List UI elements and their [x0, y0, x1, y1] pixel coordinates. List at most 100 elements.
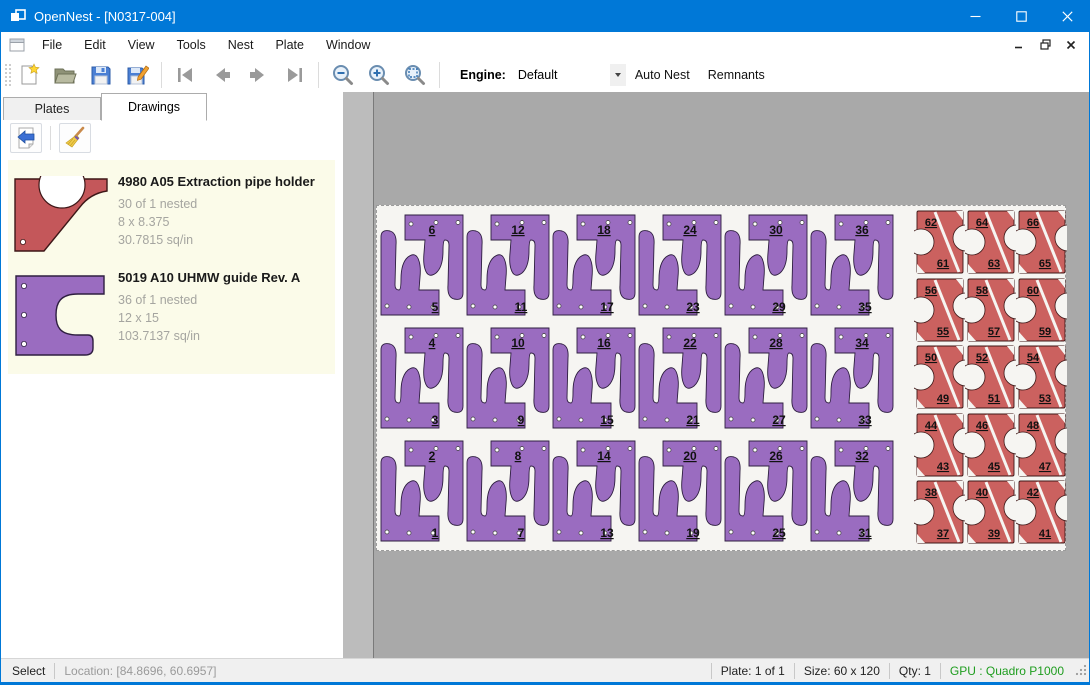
purple-pair-cell[interactable]: 21 [379, 435, 465, 547]
menu-nest[interactable]: Nest [217, 34, 265, 56]
red-pair-cell[interactable]: 5857 [965, 277, 1016, 343]
next-plate-icon[interactable] [240, 60, 276, 90]
drawing-nested: 36 of 1 nested [118, 291, 300, 309]
first-plate-icon[interactable] [168, 60, 204, 90]
zoom-in-icon[interactable] [361, 60, 397, 90]
last-plate-icon[interactable] [276, 60, 312, 90]
maximize-icon[interactable] [998, 0, 1044, 32]
purple-pair-cell[interactable]: 65 [379, 209, 465, 321]
purple-part-number: 1 [432, 526, 439, 540]
open-folder-icon[interactable] [47, 60, 83, 90]
red-part-number: 52 [976, 352, 988, 364]
red-pair-cell[interactable]: 4241 [1016, 479, 1067, 545]
red-pair-cell[interactable]: 64 63 [965, 209, 1016, 275]
red-pair-cell[interactable]: 6059 [1016, 277, 1067, 343]
previous-plate-icon[interactable] [204, 60, 240, 90]
save-icon[interactable] [83, 60, 119, 90]
tab-strip: Plates Drawings [0, 92, 343, 121]
red-part-number: 56 [925, 285, 937, 297]
zoom-out-icon[interactable] [325, 60, 361, 90]
red-pair-cell[interactable]: 4039 [965, 479, 1016, 545]
purple-part-number: 32 [855, 449, 869, 463]
purple-pair-cell[interactable]: 1211 [465, 209, 551, 321]
auto-nest-button[interactable]: Auto Nest [626, 63, 699, 87]
drawing-size: 12 x 15 [118, 309, 300, 327]
purple-pair-cell[interactable]: 1817 [551, 209, 637, 321]
purple-pair-cell[interactable]: 2625 [723, 435, 809, 547]
tab-drawings[interactable]: Drawings [101, 93, 207, 121]
menu-plate[interactable]: Plate [264, 34, 315, 56]
red-part-number: 48 [1027, 420, 1039, 432]
purple-pair-cell[interactable]: 1413 [551, 435, 637, 547]
red-pair-cell[interactable]: 46 45 [965, 412, 1016, 478]
plate: 6512111817242330293635431091615222128273… [376, 205, 1066, 551]
mdi-document-icon[interactable] [9, 38, 25, 52]
clean-broom-icon[interactable] [59, 123, 91, 153]
panel-splitter[interactable] [343, 92, 374, 658]
zoom-fit-icon[interactable] [397, 60, 433, 90]
red-pair-cell[interactable]: 3837 [914, 479, 965, 545]
red-pair-cell[interactable]: 5453 [1016, 344, 1067, 410]
red-pair-cell[interactable]: 5655 [914, 277, 965, 343]
purple-pair-cell[interactable]: 87 [465, 435, 551, 547]
purple-part-number: 23 [686, 300, 700, 314]
close-icon[interactable] [1044, 0, 1090, 32]
drawings-toolbar [0, 121, 343, 155]
purple-part-number: 19 [686, 526, 700, 540]
purple-pair-cell[interactable]: 3433 [809, 322, 895, 434]
purple-pair-cell[interactable]: 2827 [723, 322, 809, 434]
purple-part-number: 18 [597, 223, 611, 237]
purple-pair-cell[interactable]: 24 23 [637, 209, 723, 321]
import-drawing-icon[interactable] [10, 123, 42, 153]
drawing-nested: 30 of 1 nested [118, 195, 315, 213]
new-document-icon[interactable] [11, 60, 47, 90]
nest-canvas[interactable]: 6512111817242330293635431091615222128273… [374, 92, 1090, 658]
menu-view[interactable]: View [117, 34, 166, 56]
resize-grip-icon[interactable] [1074, 663, 1087, 679]
menu-edit[interactable]: Edit [73, 34, 117, 56]
red-part-number: 39 [988, 528, 1000, 540]
menu-file[interactable]: File [31, 34, 73, 56]
purple-pair-cell[interactable]: 109 [465, 322, 551, 434]
red-pair-cell[interactable]: 5049 [914, 344, 965, 410]
remnants-button[interactable]: Remnants [699, 63, 774, 87]
purple-pair-cell[interactable]: 43 [379, 322, 465, 434]
red-pair-cell[interactable]: 6665 [1016, 209, 1067, 275]
save-as-icon[interactable] [119, 60, 155, 90]
red-part-number: 45 [988, 461, 1000, 473]
left-panel: Plates Drawings [0, 92, 343, 658]
red-pair-cell[interactable]: 6261 [914, 209, 965, 275]
red-part-number: 66 [1027, 217, 1039, 229]
purple-pair-cell[interactable]: 3029 [723, 209, 809, 321]
purple-pair-cell[interactable]: 3635 [809, 209, 895, 321]
menu-window[interactable]: Window [315, 34, 381, 56]
red-pair-cell[interactable]: 4443 [914, 412, 965, 478]
mdi-restore-icon[interactable] [1034, 36, 1056, 54]
main-toolbar: Engine: Default Auto Nest Remnants [0, 57, 1090, 93]
red-pair-cell[interactable]: 5251 [965, 344, 1016, 410]
purple-pair-cell[interactable]: 2221 [637, 322, 723, 434]
drawing-item-4980[interactable]: 4980 A05 Extraction pipe holder 30 of 1 … [8, 164, 335, 260]
purple-part-number: 24 [683, 223, 697, 237]
purple-pair-cell[interactable]: 3231 [809, 435, 895, 547]
minimize-icon[interactable] [952, 0, 998, 32]
tab-plates[interactable]: Plates [3, 97, 101, 120]
red-part-number: 46 [976, 420, 988, 432]
purple-part-number: 34 [855, 336, 869, 350]
purple-part-number: 20 [683, 449, 697, 463]
mdi-close-icon[interactable] [1060, 36, 1082, 54]
red-part-number: 64 [976, 217, 989, 229]
engine-select[interactable]: Default [512, 63, 626, 87]
purple-pair-cell[interactable]: 2019 [637, 435, 723, 547]
toolbar-grip[interactable] [3, 62, 11, 88]
purple-part-number: 27 [772, 413, 786, 427]
menu-tools[interactable]: Tools [166, 34, 217, 56]
red-pair-cell[interactable]: 4847 [1016, 412, 1067, 478]
red-part-number: 54 [1027, 352, 1040, 364]
drawing-item-5019[interactable]: 5019 A10 UHMW guide Rev. A 36 of 1 neste… [8, 260, 335, 364]
purple-pair-cell[interactable]: 1615 [551, 322, 637, 434]
purple-part-number: 5 [432, 300, 439, 314]
red-part-number: 49 [937, 393, 949, 405]
mdi-minimize-icon[interactable] [1008, 36, 1030, 54]
red-part-number: 63 [988, 258, 1000, 270]
